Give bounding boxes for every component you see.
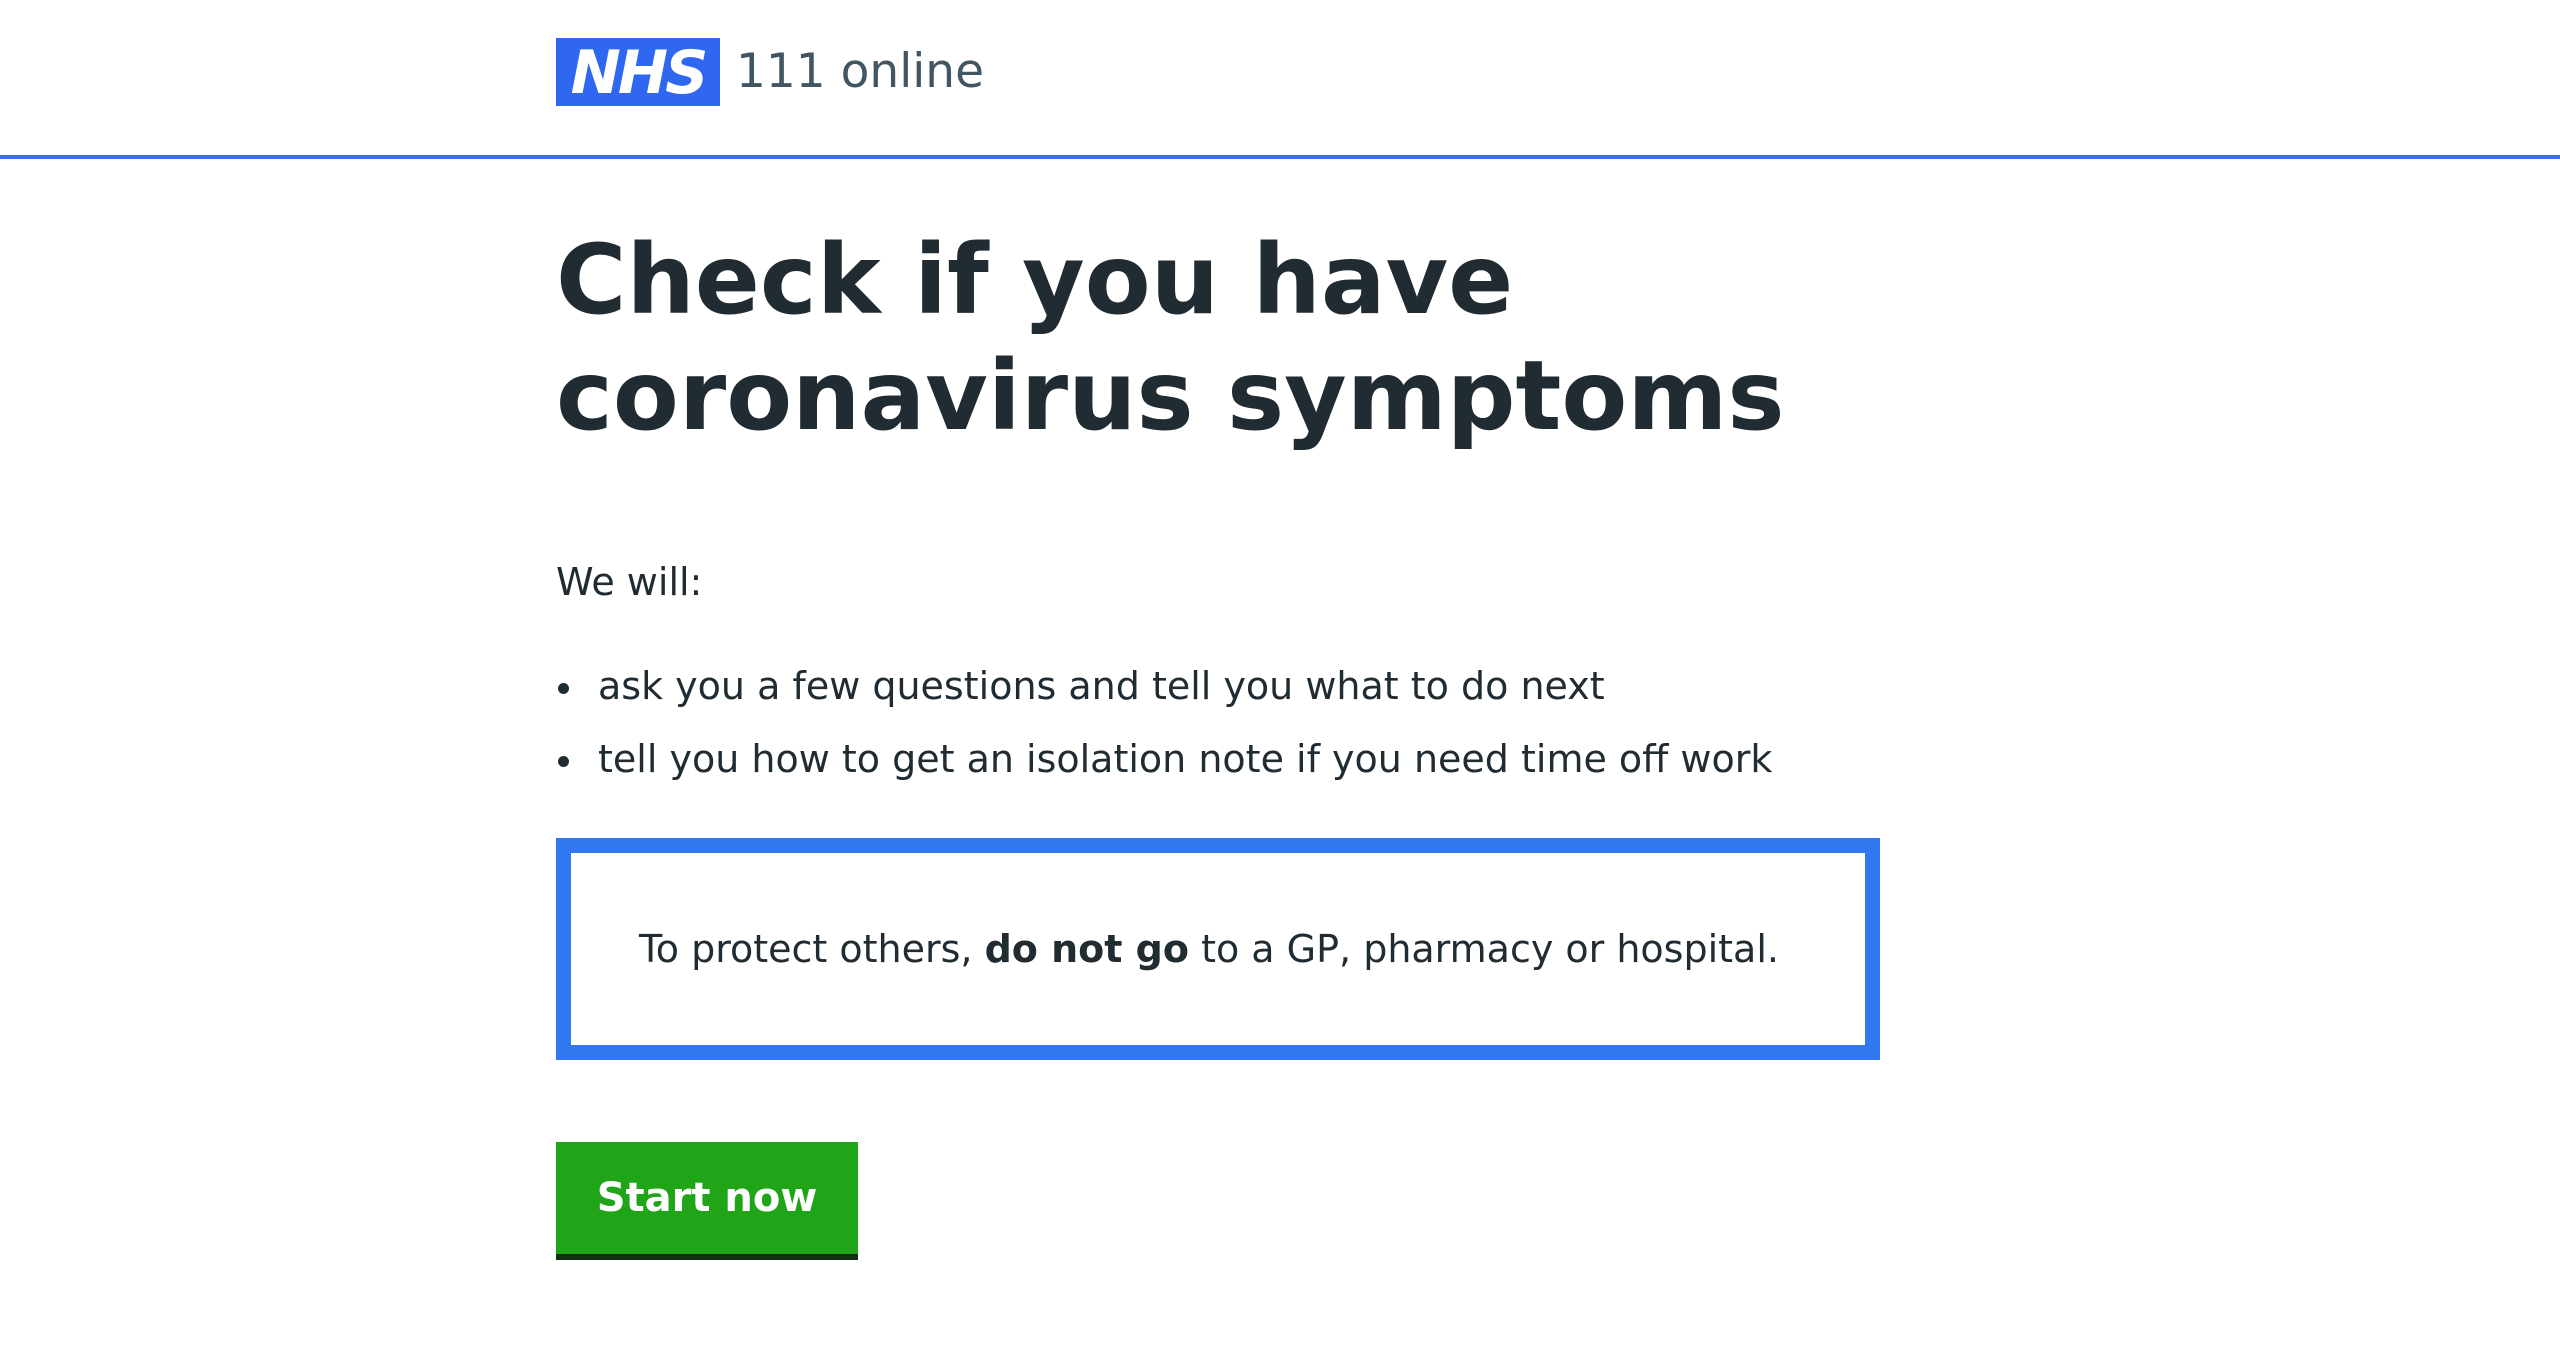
- callout-text-bold: do not go: [984, 927, 1189, 971]
- callout-text-before: To protect others,: [639, 927, 985, 971]
- inset-callout: To protect others, do not go to a GP, ph…: [556, 838, 1880, 1060]
- nhs-logo-text: NHS: [570, 38, 709, 108]
- start-now-button[interactable]: Start now: [556, 1142, 858, 1260]
- nhs-logo[interactable]: NHS: [556, 38, 720, 106]
- callout-text: To protect others, do not go to a GP, ph…: [639, 923, 1779, 975]
- page-title: Check if you have coronavirus symptoms: [556, 224, 1785, 452]
- site-header: NHS 111 online: [0, 0, 2560, 159]
- service-name-link[interactable]: 111 online: [736, 42, 984, 102]
- callout-text-after: to a GP, pharmacy or hospital.: [1189, 927, 1779, 971]
- list-item: tell you how to get an isolation note if…: [556, 733, 1772, 785]
- list-item: ask you a few questions and tell you wha…: [556, 660, 1772, 712]
- page: NHS 111 online Check if you have coronav…: [0, 0, 2560, 1350]
- bullet-list: ask you a few questions and tell you wha…: [556, 660, 1772, 806]
- intro-text: We will:: [556, 560, 703, 604]
